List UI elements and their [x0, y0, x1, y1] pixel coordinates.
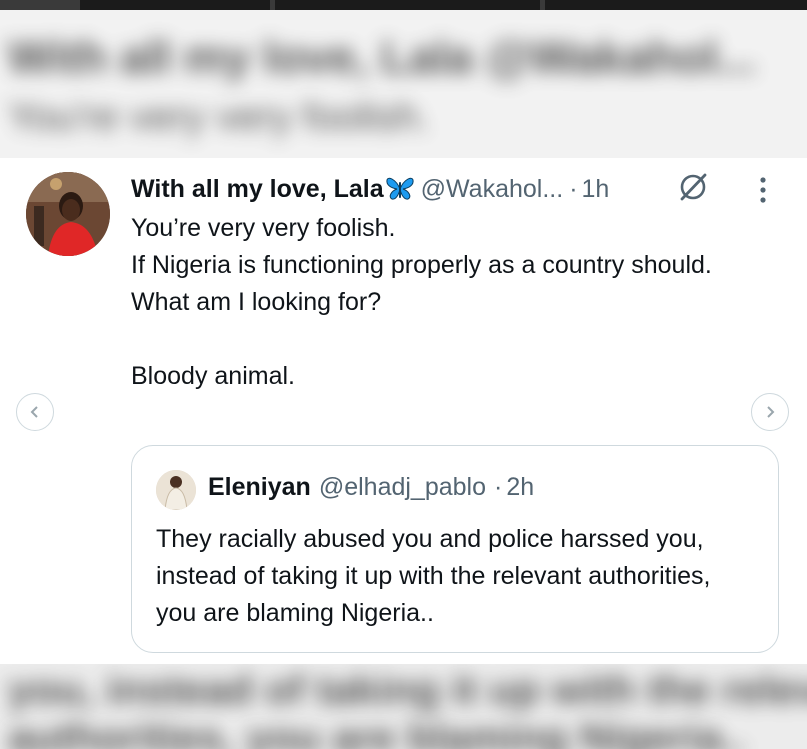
display-name[interactable]: With all my love, Lala: [131, 175, 384, 204]
butterfly-emoji-icon: [385, 176, 415, 202]
blurred-line: authorities, you are blaming Nigeria..: [8, 714, 746, 749]
tweet-header: With all my love, Lala @Wakahol... · 1h: [131, 172, 609, 206]
blurred-line: With all my love, Lala @Wakahol...: [8, 31, 757, 83]
tweet-timestamp[interactable]: 1h: [582, 175, 610, 204]
tweet-separator: ·: [569, 174, 578, 203]
user-handle[interactable]: @Wakahol...: [421, 175, 564, 204]
quoted-text: They racially abused you and police hars…: [156, 525, 711, 627]
blurred-line: You're very very foolish.: [8, 95, 430, 139]
quoted-display-name[interactable]: Eleniyan: [208, 473, 311, 501]
blurred-context-bottom: you, instead of taking it up with the re…: [0, 664, 807, 749]
quoted-timestamp: 2h: [506, 473, 535, 501]
chevron-left-icon: [30, 406, 38, 418]
avatar[interactable]: [26, 172, 110, 256]
previous-button[interactable]: [16, 393, 54, 431]
quoted-tweet[interactable]: Eleniyan @elhadj_pablo · 2h They racially a…: [131, 445, 779, 653]
quoted-handle[interactable]: @elhadj_pablo: [319, 473, 486, 501]
blurred-line: you, instead of taking it up with the re…: [8, 666, 807, 713]
quoted-separator: ·: [494, 473, 503, 501]
tweet-line: What am I looking for?: [131, 288, 382, 316]
quoted-avatar[interactable]: [156, 470, 196, 510]
previous-media-strip: [0, 0, 807, 10]
tweet-card[interactable]: With all my love, Lala @Wakahol... · 1h …: [0, 158, 807, 664]
tweet-text: You’re very very foolish. If Nigeria is …: [131, 210, 741, 395]
more-vertical-icon[interactable]: [750, 174, 776, 206]
blurred-context-top: With all my love, Lala @Wakahol... You'r…: [0, 10, 807, 158]
next-button[interactable]: [751, 393, 789, 431]
grok-slash-circle-icon[interactable]: [676, 170, 710, 204]
chevron-right-icon: [767, 406, 775, 418]
tweet-line: You’re very very foolish.: [131, 214, 396, 242]
tweet-line: Bloody animal.: [131, 362, 295, 390]
tweet-line-gap: [131, 321, 741, 358]
quoted-header: Eleniyan @elhadj_pablo · 2h: [208, 473, 534, 502]
tweet-line: If Nigeria is functioning properly as a …: [131, 251, 712, 279]
